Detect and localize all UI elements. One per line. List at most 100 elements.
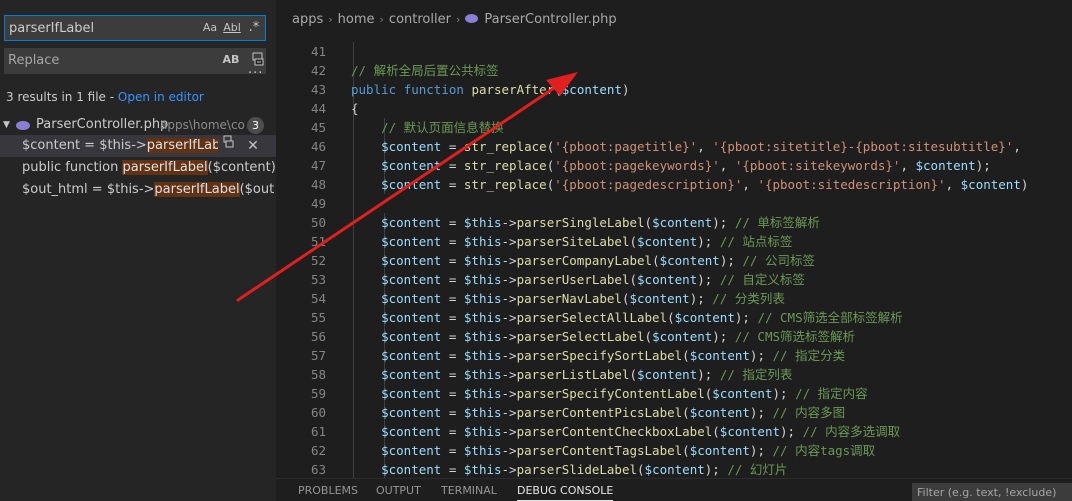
- line-number[interactable]: 59: [276, 384, 326, 403]
- line-number[interactable]: 41: [276, 42, 326, 61]
- line-number[interactable]: 60: [276, 403, 326, 422]
- match-whole-word-toggle[interactable]: Abl: [223, 19, 241, 37]
- code-token: parserSingleLabel: [516, 215, 645, 230]
- search-match-item[interactable]: public function parserIfLabel($content): [0, 157, 276, 179]
- code-text: $content = $this->parserSpecifySortLabel…: [351, 346, 845, 365]
- code-text: $content = $this->parserSpecifyContentLa…: [351, 384, 868, 403]
- search-match-item[interactable]: $out_html = $this->parserIfLabel($out_ht…: [0, 179, 276, 201]
- breadcrumb-item[interactable]: apps: [292, 10, 323, 30]
- search-match-item[interactable]: $content = $this->parserIfLabel... ✕: [0, 135, 276, 157]
- tab-output[interactable]: OUTPUT: [376, 483, 421, 501]
- preserve-case-toggle[interactable]: AB: [222, 51, 240, 69]
- result-file-row[interactable]: ▼ ParserController.php apps\home\co... 3: [0, 115, 276, 135]
- code-area[interactable]: 41 42 // 解析全局后置公共标签 43 public function parse…: [276, 42, 1072, 478]
- code-line[interactable]: 50 $content = $this->parserSingleLabel($…: [276, 213, 1072, 232]
- code-token: ->: [501, 310, 517, 325]
- code-line[interactable]: 53 $content = $this->parserUserLabel($co…: [276, 270, 1072, 289]
- code-token: parserSpecifyContentLabel: [516, 386, 705, 401]
- tab-terminal[interactable]: TERMINAL: [441, 483, 497, 501]
- code-line[interactable]: 59 $content = $this->parserSpecifyConten…: [276, 384, 1072, 403]
- code-token: $this: [463, 443, 502, 458]
- line-number[interactable]: 44: [276, 99, 326, 118]
- code-token: $content: [351, 386, 442, 401]
- line-number[interactable]: 49: [276, 194, 326, 213]
- line-number[interactable]: 47: [276, 156, 326, 175]
- line-number[interactable]: 62: [276, 441, 326, 460]
- code-text: $content = str_replace('{pboot:pagetitle…: [351, 137, 1021, 156]
- breadcrumb-item[interactable]: ParserController.php: [484, 10, 616, 30]
- replace-input[interactable]: [8, 48, 193, 72]
- code-line[interactable]: 41: [276, 42, 1072, 61]
- close-icon[interactable]: ✕: [246, 135, 260, 157]
- code-token: parserSpecifySortLabel: [516, 348, 683, 363]
- code-token: $this: [463, 405, 502, 420]
- code-line[interactable]: 51 $content = $this->parserSiteLabel($co…: [276, 232, 1072, 251]
- code-token: (: [629, 272, 638, 287]
- code-line[interactable]: 63 $content = $this->parserSlideLabel($c…: [276, 460, 1072, 478]
- code-line[interactable]: 49: [276, 194, 1072, 213]
- code-line[interactable]: 60 $content = $this->parserContentPicsLa…: [276, 403, 1072, 422]
- code-token: // 解析全局后置公共标签: [351, 63, 499, 78]
- code-token: $content: [659, 253, 720, 268]
- code-line[interactable]: 47 $content = str_replace('{pboot:pageke…: [276, 156, 1072, 175]
- search-input[interactable]: [9, 16, 194, 40]
- tab-problems[interactable]: PROBLEMS: [298, 483, 358, 501]
- code-line[interactable]: 56 $content = $this->parserSelectLabel($…: [276, 327, 1072, 346]
- match-case-toggle[interactable]: Aa: [201, 19, 219, 37]
- results-summary-text: 3 results in 1 file -: [6, 90, 118, 104]
- code-line[interactable]: 61 $content = $this->parserContentCheckb…: [276, 422, 1072, 441]
- code-text: $content = $this->parserContentTagsLabel…: [351, 441, 875, 460]
- line-number[interactable]: 52: [276, 251, 326, 270]
- line-number[interactable]: 50: [276, 213, 326, 232]
- code-token: // CMS筛选标签解析: [734, 329, 856, 344]
- line-number[interactable]: 61: [276, 422, 326, 441]
- code-line[interactable]: 55 $content = $this->parserSelectAllLabe…: [276, 308, 1072, 327]
- search-sidebar: Aa Abl .* AB ··· 3 results in 1 file - O…: [0, 0, 276, 501]
- breadcrumb-item[interactable]: home: [338, 10, 375, 30]
- breadcrumb-item[interactable]: controller: [389, 10, 451, 30]
- code-token: $content: [351, 348, 442, 363]
- code-text: $content = $this->parserListLabel($conte…: [351, 365, 792, 384]
- code-line[interactable]: 52 $content = $this->parserCompanyLabel(…: [276, 251, 1072, 270]
- replace-field-container: AB: [4, 48, 266, 74]
- tab-debug-console[interactable]: DEBUG CONSOLE: [517, 483, 614, 501]
- code-line[interactable]: 44 {: [276, 99, 1072, 118]
- line-number[interactable]: 46: [276, 137, 326, 156]
- code-line[interactable]: 58 $content = $this->parserListLabel($co…: [276, 365, 1072, 384]
- line-number[interactable]: 48: [276, 175, 326, 194]
- code-text: $content = $this->parserSiteLabel($conte…: [351, 232, 792, 251]
- line-number[interactable]: 56: [276, 327, 326, 346]
- code-line[interactable]: 62 $content = $this->parserContentTagsLa…: [276, 441, 1072, 460]
- code-line[interactable]: 42 // 解析全局后置公共标签: [276, 61, 1072, 80]
- line-number[interactable]: 57: [276, 346, 326, 365]
- code-token: ,: [900, 158, 916, 173]
- code-line[interactable]: 45 // 默认页面信息替换: [276, 118, 1072, 137]
- line-number[interactable]: 63: [276, 460, 326, 478]
- code-line[interactable]: 48 $content = str_replace('{pboot:pagede…: [276, 175, 1072, 194]
- line-number[interactable]: 54: [276, 289, 326, 308]
- panel-filter-input[interactable]: [912, 483, 1072, 501]
- use-regex-toggle[interactable]: .*: [245, 19, 263, 37]
- line-number[interactable]: 42: [276, 61, 326, 80]
- line-number[interactable]: 58: [276, 365, 326, 384]
- code-token: $content: [351, 177, 442, 192]
- code-line[interactable]: 57 $content = $this->parserSpecifySortLa…: [276, 346, 1072, 365]
- code-line[interactable]: 54 $content = $this->parserNavLabel($con…: [276, 289, 1072, 308]
- code-line[interactable]: 46 $content = str_replace('{pboot:pageti…: [276, 137, 1072, 156]
- code-text: $content = $this->parserUserLabel($conte…: [351, 270, 805, 289]
- code-token: ->: [501, 291, 517, 306]
- ellipsis-icon[interactable]: ···: [248, 67, 262, 82]
- line-number[interactable]: 51: [276, 232, 326, 251]
- line-number[interactable]: 45: [276, 118, 326, 137]
- open-in-editor-link[interactable]: Open in editor: [118, 90, 204, 104]
- line-number[interactable]: 53: [276, 270, 326, 289]
- replace-icon[interactable]: [222, 135, 236, 157]
- code-token: parserNavLabel: [516, 291, 622, 306]
- line-number[interactable]: 55: [276, 308, 326, 327]
- code-line[interactable]: 43 public function parserAfter($content): [276, 80, 1072, 99]
- code-token: ->: [501, 367, 517, 382]
- match-text: $content = $this->parserIfLabel...: [22, 135, 218, 157]
- chevron-down-icon[interactable]: ▼: [3, 115, 13, 135]
- code-token: $content: [351, 215, 442, 230]
- line-number[interactable]: 43: [276, 80, 326, 99]
